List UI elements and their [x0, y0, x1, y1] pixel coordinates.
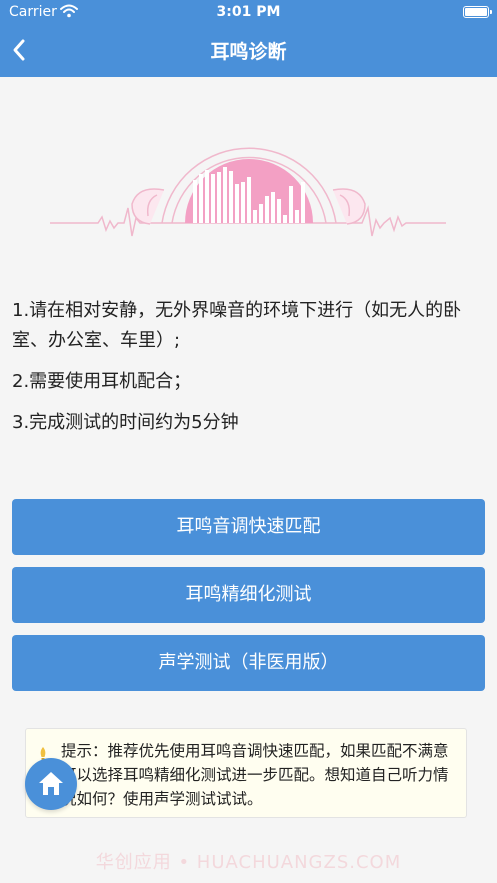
battery-icon	[463, 6, 492, 18]
watermark: 华创应用 • HUACHUANGZS.COM	[95, 852, 402, 873]
instruction-1: 1.请在相对安静，无外界噪音的环境下进行（如无人的卧室、办公室、车里）;	[12, 300, 462, 351]
status-bar: Carrier 3:01 PM	[0, 0, 497, 24]
tip-text: 提示：推荐优先使用耳鸣音调快速匹配，如果匹配不满意可以选择耳鸣精细化测试进一步匹…	[61, 742, 449, 808]
lightbulb-icon	[39, 744, 47, 760]
instructions: 1.请在相对安静，无外界噪音的环境下进行（如无人的卧室、办公室、车里）; 2.需…	[12, 296, 482, 449]
page-title: 耳鸣诊断	[210, 41, 287, 63]
home-icon	[39, 772, 63, 795]
instruction-2: 2.需要使用耳机配合；	[12, 371, 192, 392]
nav-bar: 耳鸣诊断	[0, 24, 497, 77]
quick-match-button[interactable]: 耳鸣音调快速匹配	[12, 499, 485, 555]
instruction-3: 3.完成测试的时间约为5分钟	[12, 412, 239, 433]
status-time: 3:01 PM	[216, 4, 281, 20]
fine-test-button[interactable]: 耳鸣精细化测试	[12, 567, 485, 623]
hero-illustration	[0, 100, 497, 250]
acoustic-test-button[interactable]: 声学测试（非医用版）	[12, 635, 485, 691]
tip-box: 提示：推荐优先使用耳鸣音调快速匹配，如果匹配不满意可以选择耳鸣精细化测试进一步匹…	[25, 728, 467, 818]
ear-sound-waveform-illustration	[50, 147, 446, 237]
home-button[interactable]	[25, 758, 77, 810]
